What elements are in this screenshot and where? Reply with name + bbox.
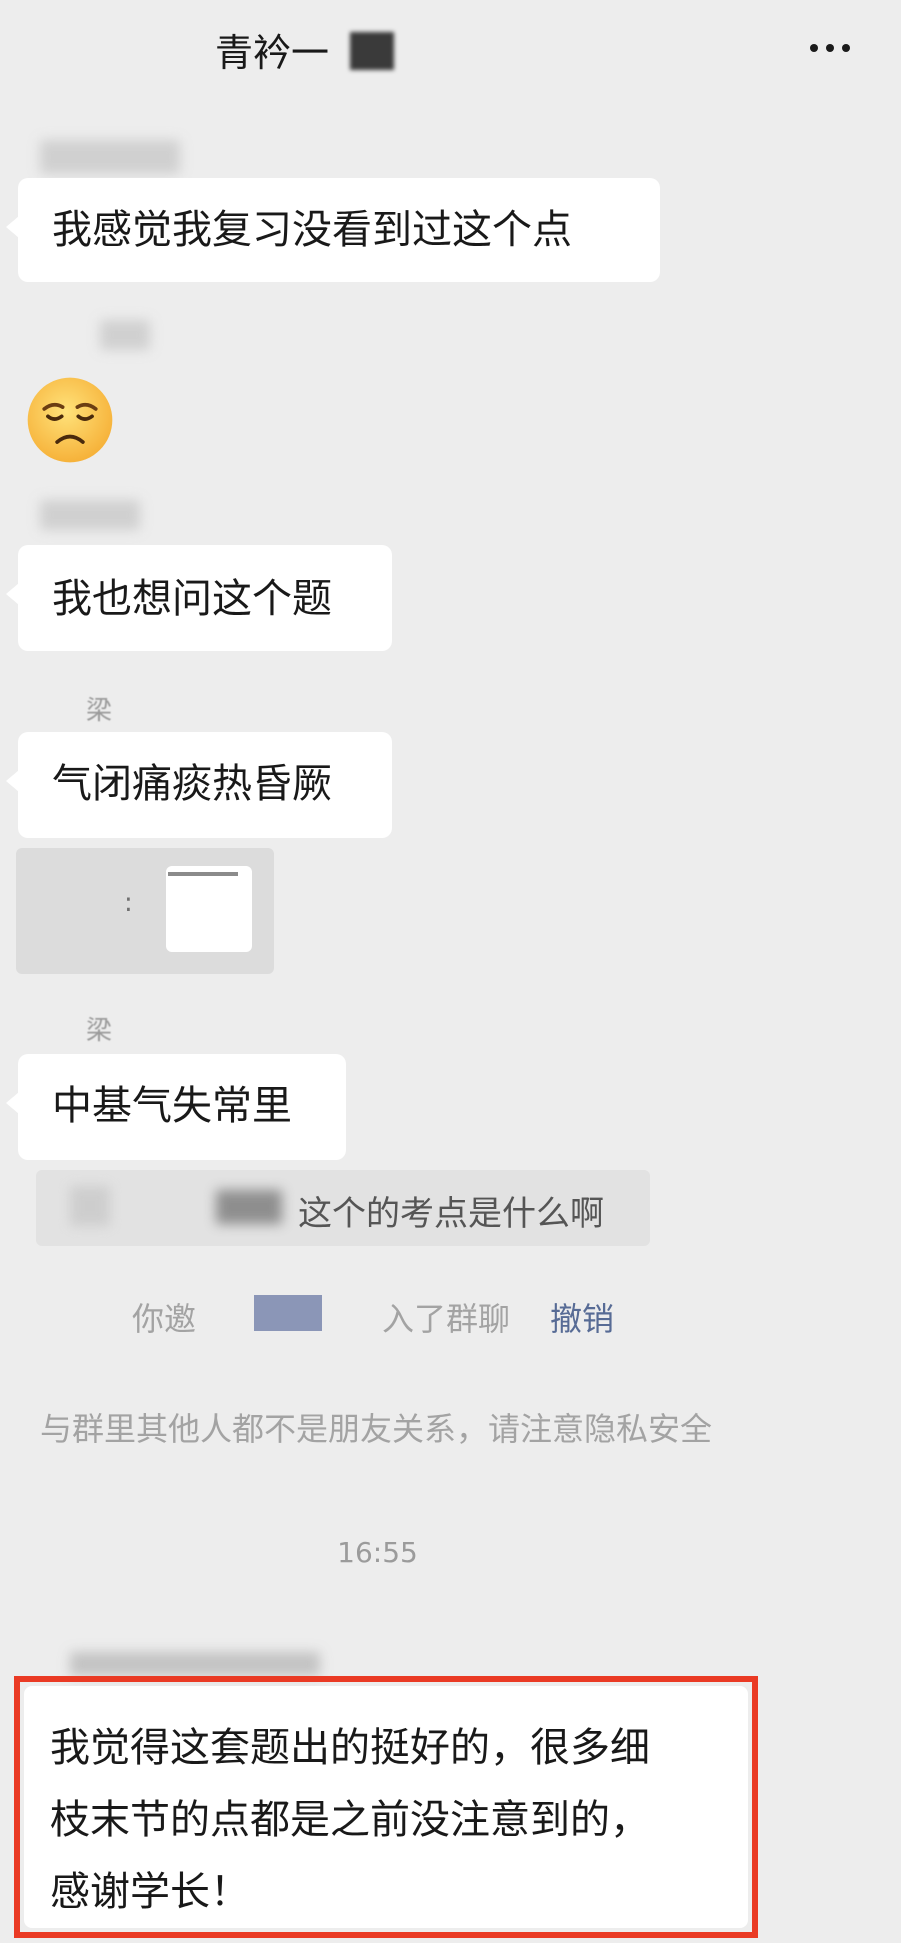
invitee-name-redacted (254, 1295, 322, 1331)
invite-notice-suffix: 入了群聊 (382, 1300, 511, 1338)
quote-name-redacted (70, 1186, 110, 1226)
chat-header: 青衿一 (0, 0, 901, 100)
sender-name-redacted (40, 140, 180, 174)
quote-name-redacted (216, 1190, 282, 1224)
image-thumb-caption (168, 872, 238, 876)
image-thumb-preview (166, 866, 252, 952)
chat-title[interactable]: 青衿一 (215, 22, 329, 77)
message-bubble[interactable]: 我也想问这个题 (6, 545, 392, 651)
privacy-notice: 与群里其他人都不是朋友关系，请注意隐私安全 (40, 1410, 713, 1448)
message-bubble[interactable]: 我感觉我复习没看到过这个点 (6, 178, 660, 282)
message-text: 我也想问这个题 (52, 576, 332, 622)
invite-notice-prefix: 你邀 (132, 1300, 197, 1338)
more-dots-icon[interactable] (800, 28, 860, 68)
quoted-text: 这个的考点是什么啊 (298, 1194, 604, 1234)
message-text: 中基气失常里 (52, 1083, 292, 1129)
sender-name: 梁 (86, 1016, 113, 1046)
timestamp: 16:55 (337, 1536, 418, 1569)
message-bubble[interactable]: 气闭痛痰热昏厥 (6, 732, 392, 838)
sender-name-redacted (70, 1652, 320, 1676)
message-text: 气闭痛痰热昏厥 (52, 761, 332, 807)
revoke-link[interactable]: 撤销 (550, 1294, 614, 1340)
sender-name: 梁 (86, 696, 113, 726)
worried-face-emoji[interactable] (24, 374, 116, 466)
image-thumb-placeholder: : (124, 888, 133, 918)
message-bubble[interactable]: 中基气失常里 (6, 1054, 346, 1160)
title-redaction (350, 32, 394, 70)
sender-name-redacted (100, 320, 150, 350)
image-message[interactable]: : (16, 848, 274, 974)
message-text: 我感觉我复习没看到过这个点 (52, 207, 572, 253)
highlight-box (14, 1676, 758, 1938)
sender-name-redacted (40, 500, 140, 530)
